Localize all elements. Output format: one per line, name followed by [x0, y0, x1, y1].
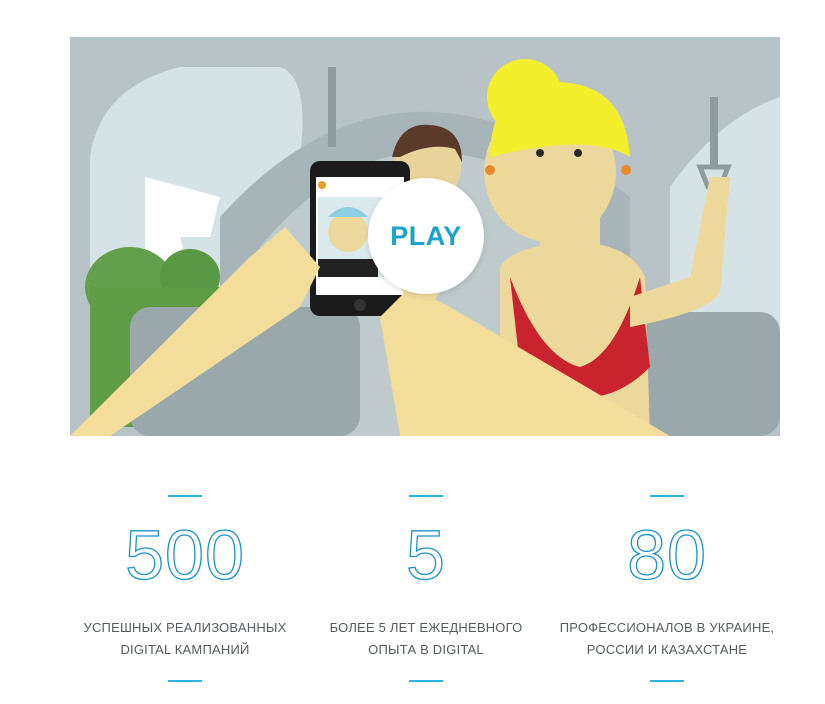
- stat-caption: ПРОФЕССИОНАЛОВ В УКРАИНЕ, РОССИИ И КАЗАХ…: [559, 620, 775, 657]
- stat-value: 500: [124, 516, 245, 594]
- play-button[interactable]: PLAY: [368, 178, 484, 294]
- stat-value: 80: [626, 516, 707, 594]
- stat-value: 5: [405, 516, 446, 594]
- video-preview[interactable]: PLAY: [70, 37, 780, 436]
- stat-years: 5 БОЛЕЕ 5 ЛЕТ ЕЖЕДНЕВНОГО ОПЫТА В DIGITA…: [311, 495, 541, 682]
- divider-bottom: [409, 680, 443, 682]
- divider-bottom: [168, 680, 202, 682]
- play-label: PLAY: [390, 220, 462, 251]
- divider-top: [168, 495, 202, 497]
- stat-professionals: 80 ПРОФЕССИОНАЛОВ В УКРАИНЕ, РОССИИ И КА…: [552, 495, 782, 682]
- divider-top: [409, 495, 443, 497]
- divider-top: [650, 495, 684, 497]
- divider-bottom: [650, 680, 684, 682]
- stat-caption: БОЛЕЕ 5 ЛЕТ ЕЖЕДНЕВНОГО ОПЫТА В DIGITAL: [329, 620, 523, 657]
- stat-campaigns: 500 УСПЕШНЫХ РЕАЛИЗОВАННЫХ DIGITAL КАМПА…: [70, 495, 300, 682]
- stat-caption: УСПЕШНЫХ РЕАЛИЗОВАННЫХ DIGITAL КАМПАНИЙ: [83, 620, 287, 657]
